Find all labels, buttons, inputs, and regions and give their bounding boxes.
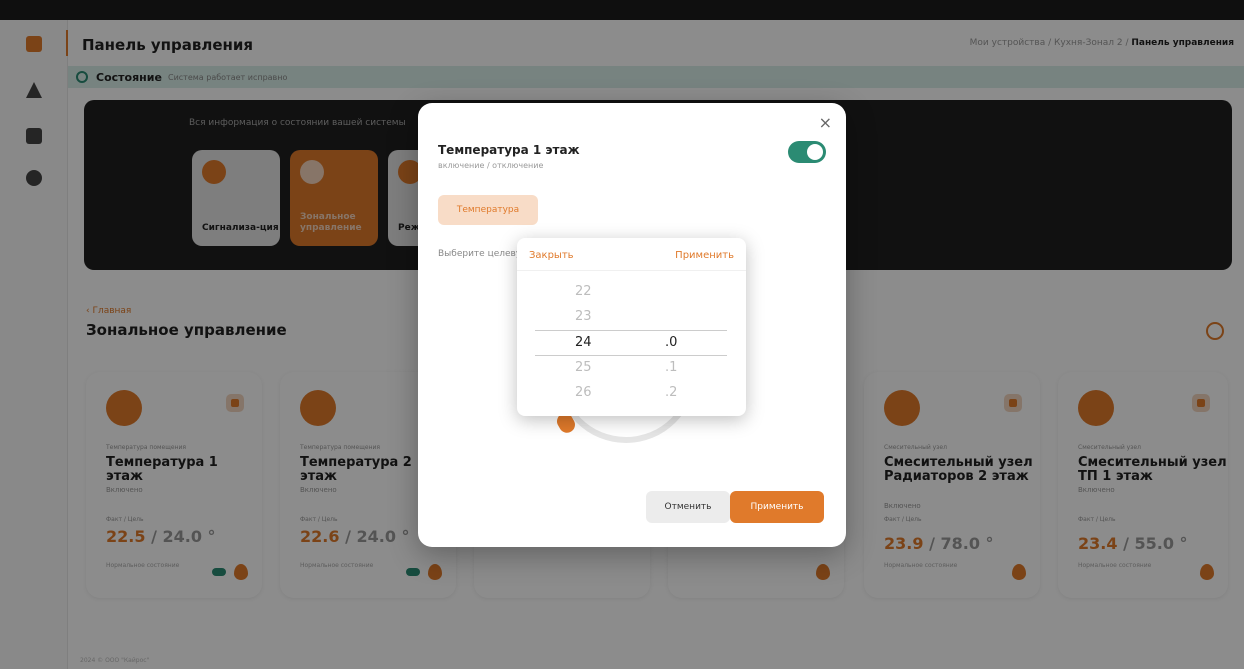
picker-option[interactable]: 25 <box>575 360 592 375</box>
temperature-picker: Закрыть Применить 22 23 24 25 26 .0 .1 .… <box>517 238 746 416</box>
cancel-button[interactable]: Отменить <box>646 491 730 523</box>
picker-option[interactable]: 26 <box>575 385 592 400</box>
picker-option-selected[interactable]: 24 <box>575 335 592 350</box>
picker-decimal-selected[interactable]: .0 <box>665 335 677 350</box>
picker-decimal[interactable]: .1 <box>665 360 677 375</box>
selection-line <box>535 330 727 331</box>
divider <box>517 270 746 271</box>
picker-option[interactable]: 22 <box>575 284 592 299</box>
close-icon[interactable]: × <box>819 113 832 132</box>
selection-line <box>535 355 727 356</box>
modal-title: Температура 1 этаж <box>438 143 580 157</box>
picker-close-button[interactable]: Закрыть <box>529 250 574 261</box>
target-select-label: Выберите целевую <box>438 249 529 259</box>
picker-decimal[interactable]: .2 <box>665 385 677 400</box>
tab-temperature[interactable]: Температура <box>438 195 538 225</box>
apply-button[interactable]: Применить <box>730 491 824 523</box>
picker-apply-button[interactable]: Применить <box>675 250 734 261</box>
enable-toggle[interactable] <box>788 141 826 163</box>
modal-subtitle: включение / отключение <box>438 161 544 170</box>
picker-option[interactable]: 23 <box>575 309 592 324</box>
